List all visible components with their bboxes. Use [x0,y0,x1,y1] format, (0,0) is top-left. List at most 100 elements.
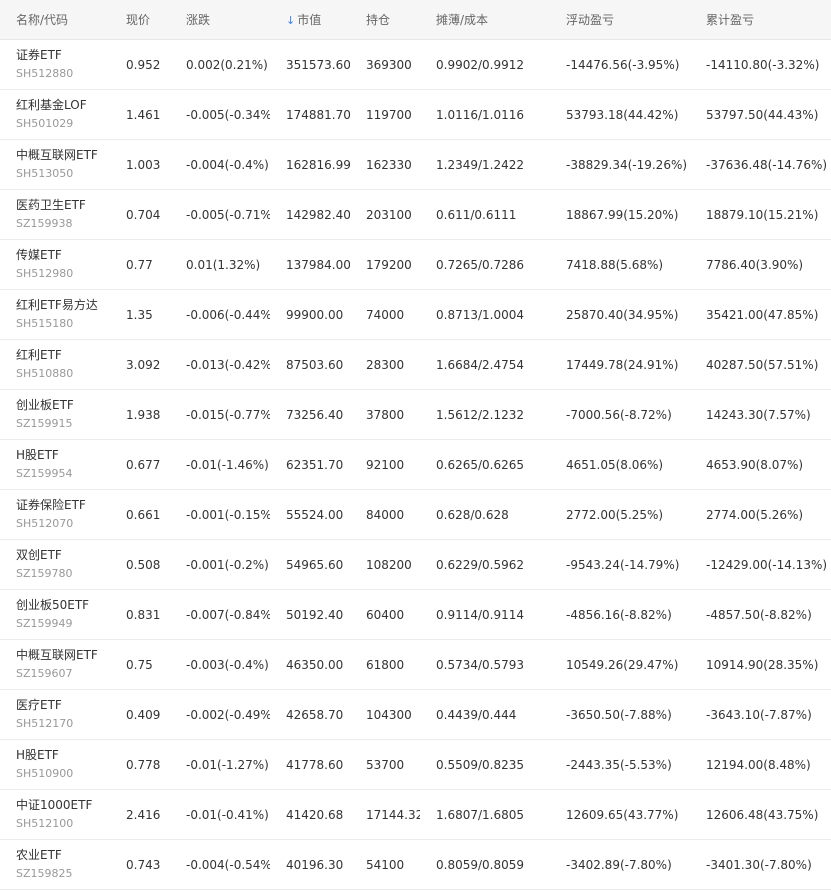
price-cell: 0.704 [126,207,161,222]
table-row[interactable]: H股ETF SZ159954 0.677 -0.01(-1.46%) 62351.70 9… [0,440,831,490]
change-cell: -0.01(-1.46%) [186,457,269,472]
table-row[interactable]: 传媒ETF SH512980 0.77 0.01(1.32%) 137984.00 179… [0,240,831,290]
total-pl-cell: 40287.50(57.51%) [706,357,819,372]
table-row[interactable]: 农业ETF SZ159825 0.743 -0.004(-0.54%) 40196.30… [0,840,831,890]
cost-cell: 0.4439/0.444 [436,707,517,722]
column-header-change[interactable]: 涨跌 [170,11,270,28]
table-row[interactable]: 中证1000ETF SH512100 2.416 -0.01(-0.41%) 41420… [0,790,831,840]
security-cell[interactable]: 医药卫生ETF SZ159938 [0,190,110,239]
market-value-cell: 50192.40 [286,607,344,622]
security-code: SZ159607 [16,667,73,680]
column-header-name[interactable]: 名称/代码 [0,11,110,28]
float-pl-cell: -2443.35(-5.53%) [566,757,672,772]
position-cell: 84000 [366,507,405,522]
market-value-cell: 40196.30 [286,857,344,872]
market-value-cell: 87503.60 [286,357,344,372]
cost-cell: 0.5734/0.5793 [436,657,525,672]
cost-cell: 1.6684/2.4754 [436,357,525,372]
holdings-table: 名称/代码 现价 涨跌 ↓ 市值 持仓 摊薄/成本 浮动盈亏 累计盈亏 证券ETF… [0,0,831,890]
security-cell[interactable]: H股ETF SH510900 [0,740,110,789]
table-row[interactable]: 红利ETF易方达 SH515180 1.35 -0.006(-0.44%) 99900.… [0,290,831,340]
total-pl-cell: -14110.80(-3.32%) [706,57,820,72]
market-value-cell: 137984.00 [286,257,350,272]
security-cell[interactable]: 双创ETF SZ159780 [0,540,110,589]
security-name: 红利基金LOF [16,98,87,112]
cost-cell: 1.2349/1.2422 [436,157,525,172]
position-cell: 108200 [366,557,412,572]
float-pl-cell: -9543.24(-14.79%) [566,557,680,572]
table-row[interactable]: H股ETF SH510900 0.778 -0.01(-1.27%) 41778.60 5… [0,740,831,790]
security-cell[interactable]: 红利ETF易方达 SH515180 [0,290,110,339]
position-cell: 104300 [366,707,412,722]
float-pl-cell: 25870.40(34.95%) [566,307,679,322]
total-pl-cell: 12194.00(8.48%) [706,757,811,772]
float-pl-cell: -38829.34(-19.26%) [566,157,688,172]
change-cell: -0.006(-0.44%) [186,307,270,322]
float-pl-cell: 4651.05(8.06%) [566,457,664,472]
table-row[interactable]: 医药卫生ETF SZ159938 0.704 -0.005(-0.71%) 142982… [0,190,831,240]
column-header-price[interactable]: 现价 [110,11,170,28]
position-cell: 179200 [366,257,412,272]
cost-cell: 0.6229/0.5962 [436,557,525,572]
security-cell[interactable]: 传媒ETF SH512980 [0,240,110,289]
change-cell: 0.01(1.32%) [186,257,261,272]
table-row[interactable]: 中概互联网ETF SH513050 1.003 -0.004(-0.4%) 162816… [0,140,831,190]
table-row[interactable]: 创业板50ETF SZ159949 0.831 -0.007(-0.84%) 50192… [0,590,831,640]
security-code: SH512980 [16,267,74,280]
table-row[interactable]: 中概互联网ETF SZ159607 0.75 -0.003(-0.4%) 46350.0… [0,640,831,690]
security-cell[interactable]: 中证1000ETF SH512100 [0,790,110,839]
security-cell[interactable]: 中概互联网ETF SH513050 [0,140,110,189]
change-cell: -0.013(-0.42%) [186,357,270,372]
table-row[interactable]: 创业板ETF SZ159915 1.938 -0.015(-0.77%) 73256.4… [0,390,831,440]
column-header-position[interactable]: 持仓 [350,11,420,28]
price-cell: 0.831 [126,607,161,622]
security-cell[interactable]: 证券保险ETF SH512070 [0,490,110,539]
security-cell[interactable]: 创业板50ETF SZ159949 [0,590,110,639]
security-cell[interactable]: 中概互联网ETF SZ159607 [0,640,110,689]
position-cell: 28300 [366,357,405,372]
total-pl-cell: 2774.00(5.26%) [706,507,804,522]
sort-descending-icon: ↓ [286,14,296,27]
column-header-market-value[interactable]: ↓ 市值 [270,11,350,28]
column-header-total-pl[interactable]: 累计盈亏 [690,11,831,28]
change-cell: -0.002(-0.49%) [186,707,270,722]
security-cell[interactable]: 红利ETF SH510880 [0,340,110,389]
price-cell: 0.77 [126,257,153,272]
cost-cell: 0.5509/0.8235 [436,757,525,772]
change-cell: -0.003(-0.4%) [186,657,269,672]
cost-cell: 0.7265/0.7286 [436,257,525,272]
security-cell[interactable]: 农业ETF SZ159825 [0,840,110,889]
table-row[interactable]: 双创ETF SZ159780 0.508 -0.001(-0.2%) 54965.60 1… [0,540,831,590]
security-cell[interactable]: 创业板ETF SZ159915 [0,390,110,439]
security-cell[interactable]: 红利基金LOF SH501029 [0,90,110,139]
security-name: 中概互联网ETF [16,648,98,662]
float-pl-cell: 10549.26(29.47%) [566,657,679,672]
total-pl-cell: 7786.40(3.90%) [706,257,804,272]
table-row[interactable]: 证券保险ETF SH512070 0.661 -0.001(-0.15%) 55524.… [0,490,831,540]
market-value-cell: 62351.70 [286,457,344,472]
security-cell[interactable]: 证券ETF SH512880 [0,40,110,89]
price-cell: 0.508 [126,557,161,572]
market-value-cell: 42658.70 [286,707,344,722]
table-row[interactable]: 证券ETF SH512880 0.952 0.002(0.21%) 351573.60 3… [0,40,831,90]
table-row[interactable]: 红利基金LOF SH501029 1.461 -0.005(-0.34%) 174881… [0,90,831,140]
cost-cell: 0.8713/1.0004 [436,307,525,322]
position-cell: 74000 [366,307,405,322]
table-row[interactable]: 医疗ETF SH512170 0.409 -0.002(-0.49%) 42658.70… [0,690,831,740]
cost-cell: 0.611/0.6111 [436,207,517,222]
float-pl-cell: -14476.56(-3.95%) [566,57,680,72]
security-name: 中证1000ETF [16,798,93,812]
price-cell: 0.743 [126,857,161,872]
price-cell: 0.661 [126,507,161,522]
security-name: 红利ETF [16,348,62,362]
security-name: 创业板ETF [16,398,74,412]
table-row[interactable]: 红利ETF SH510880 3.092 -0.013(-0.42%) 87503.60… [0,340,831,390]
cost-cell: 0.9114/0.9114 [436,607,525,622]
security-code: SH501029 [16,117,74,130]
column-header-float-pl[interactable]: 浮动盈亏 [550,11,690,28]
security-cell[interactable]: H股ETF SZ159954 [0,440,110,489]
security-code: SZ159915 [16,417,73,430]
total-pl-cell: -4857.50(-8.82%) [706,607,812,622]
security-cell[interactable]: 医疗ETF SH512170 [0,690,110,739]
column-header-cost[interactable]: 摊薄/成本 [420,11,550,28]
